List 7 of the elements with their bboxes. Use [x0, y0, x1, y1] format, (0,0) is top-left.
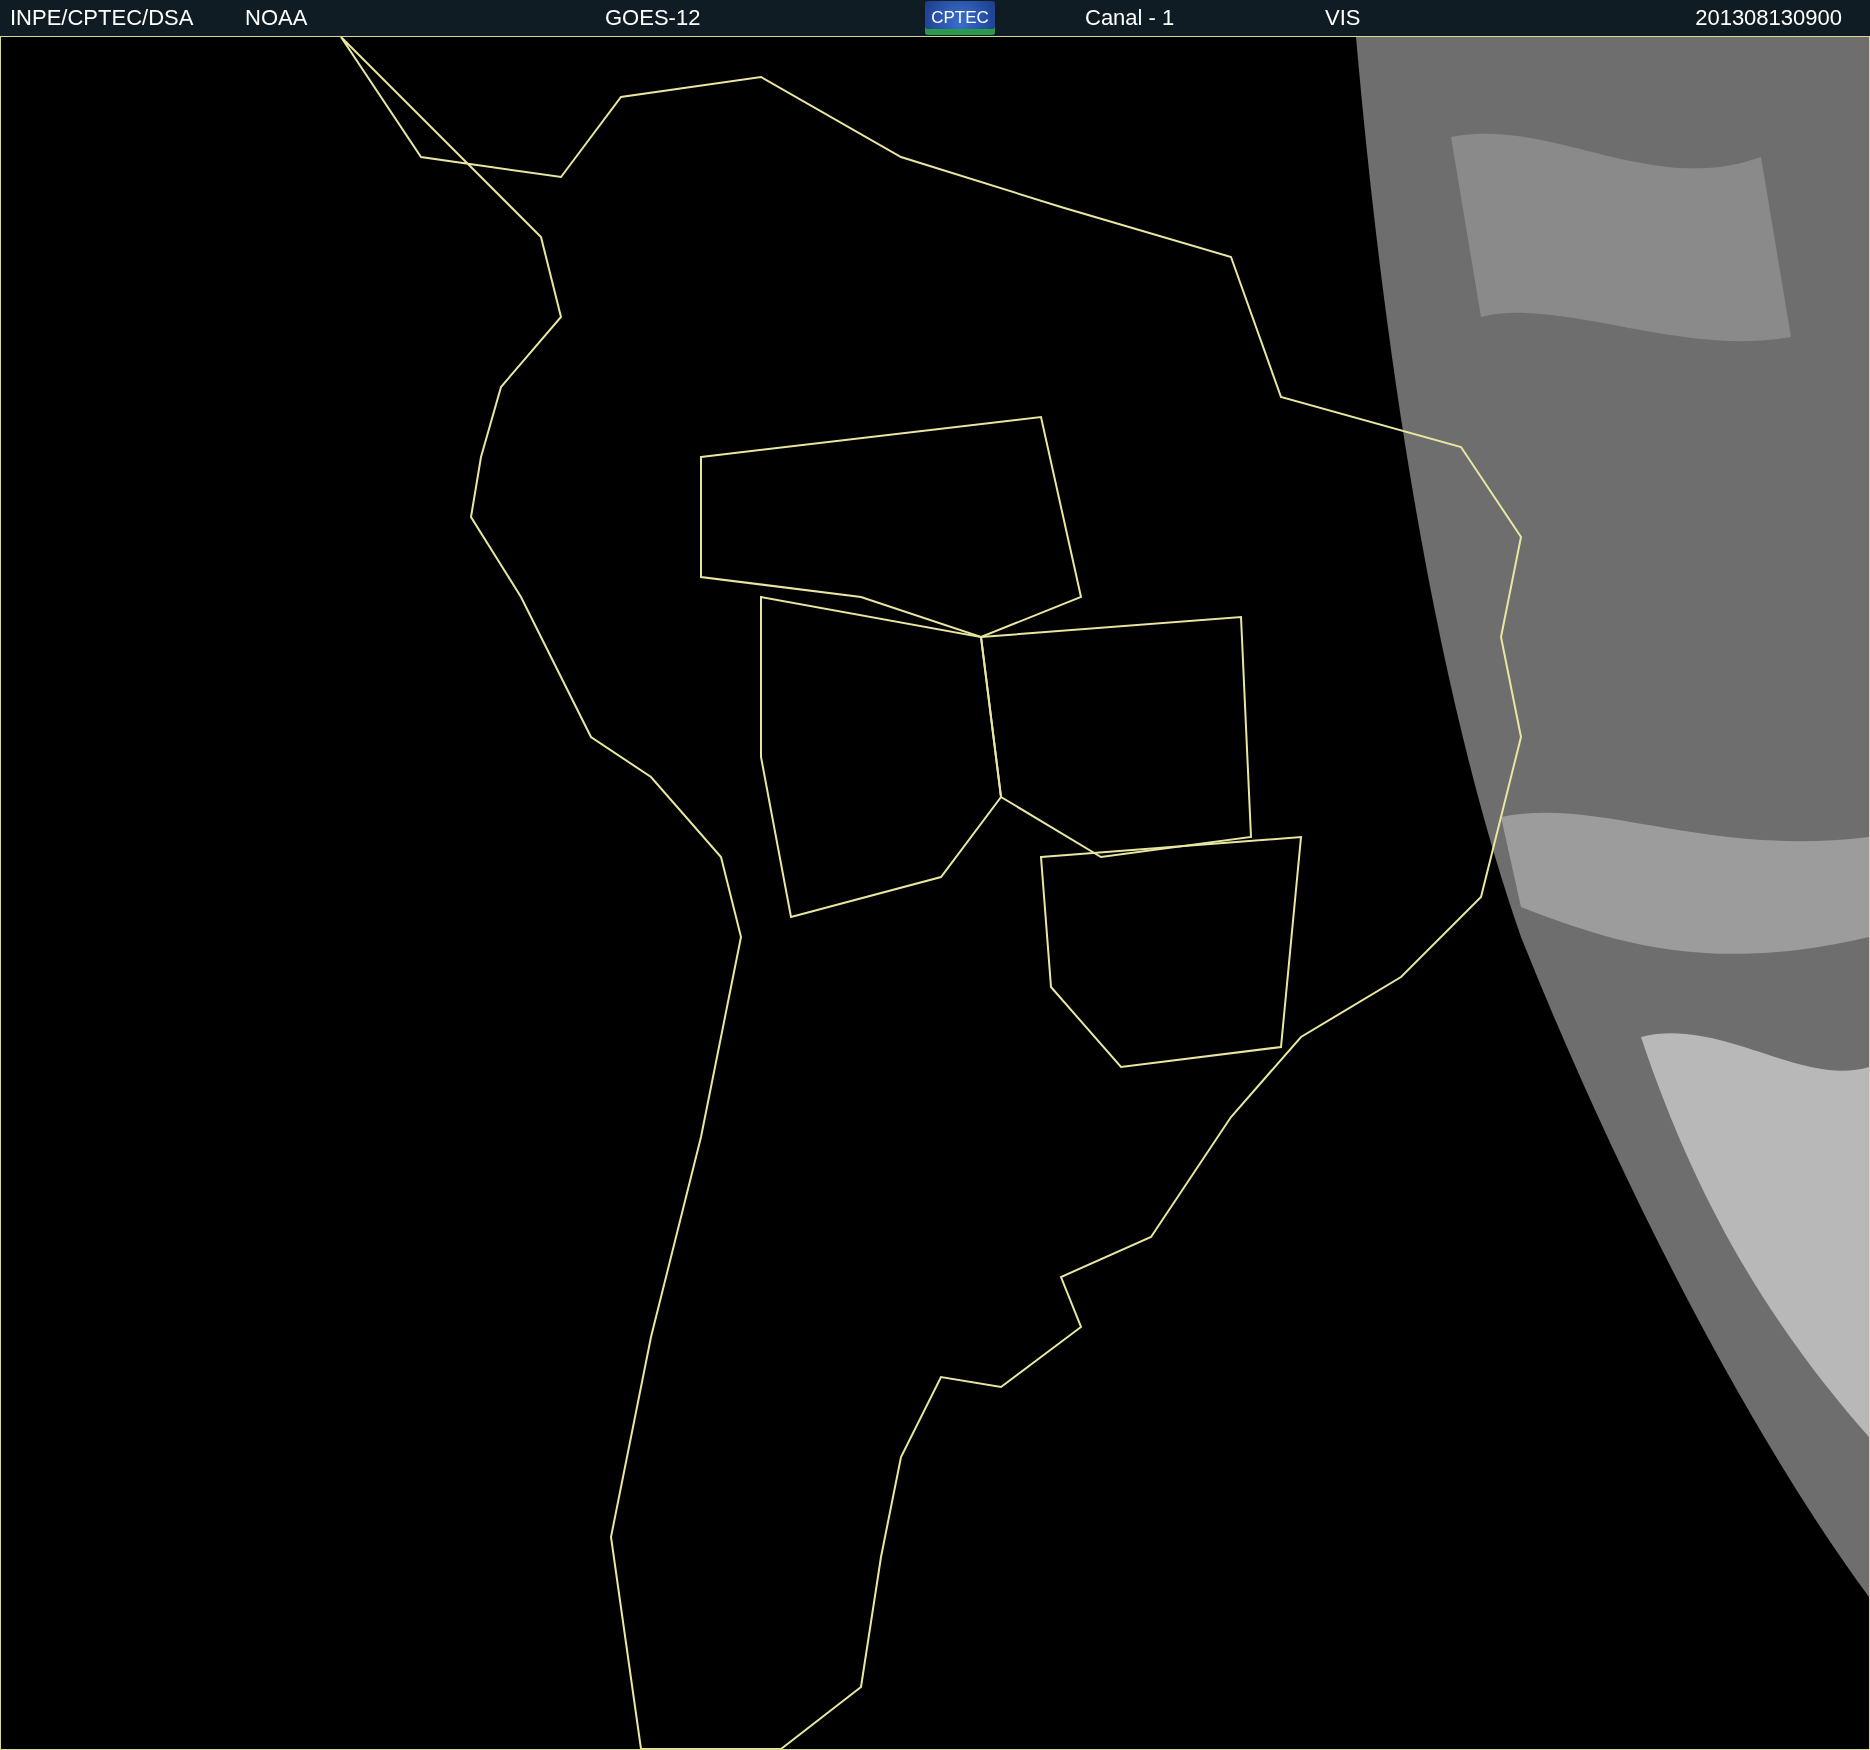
logo: CPTEC: [925, 1, 995, 35]
header-label: GOES-12: [605, 5, 701, 31]
header-label: 201308130900: [1695, 5, 1842, 31]
header-label: INPE/CPTEC/DSA: [10, 5, 194, 31]
header-label: NOAA: [245, 5, 308, 31]
header-label: VIS: [1325, 5, 1361, 31]
header-label: Canal - 1: [1085, 5, 1175, 31]
